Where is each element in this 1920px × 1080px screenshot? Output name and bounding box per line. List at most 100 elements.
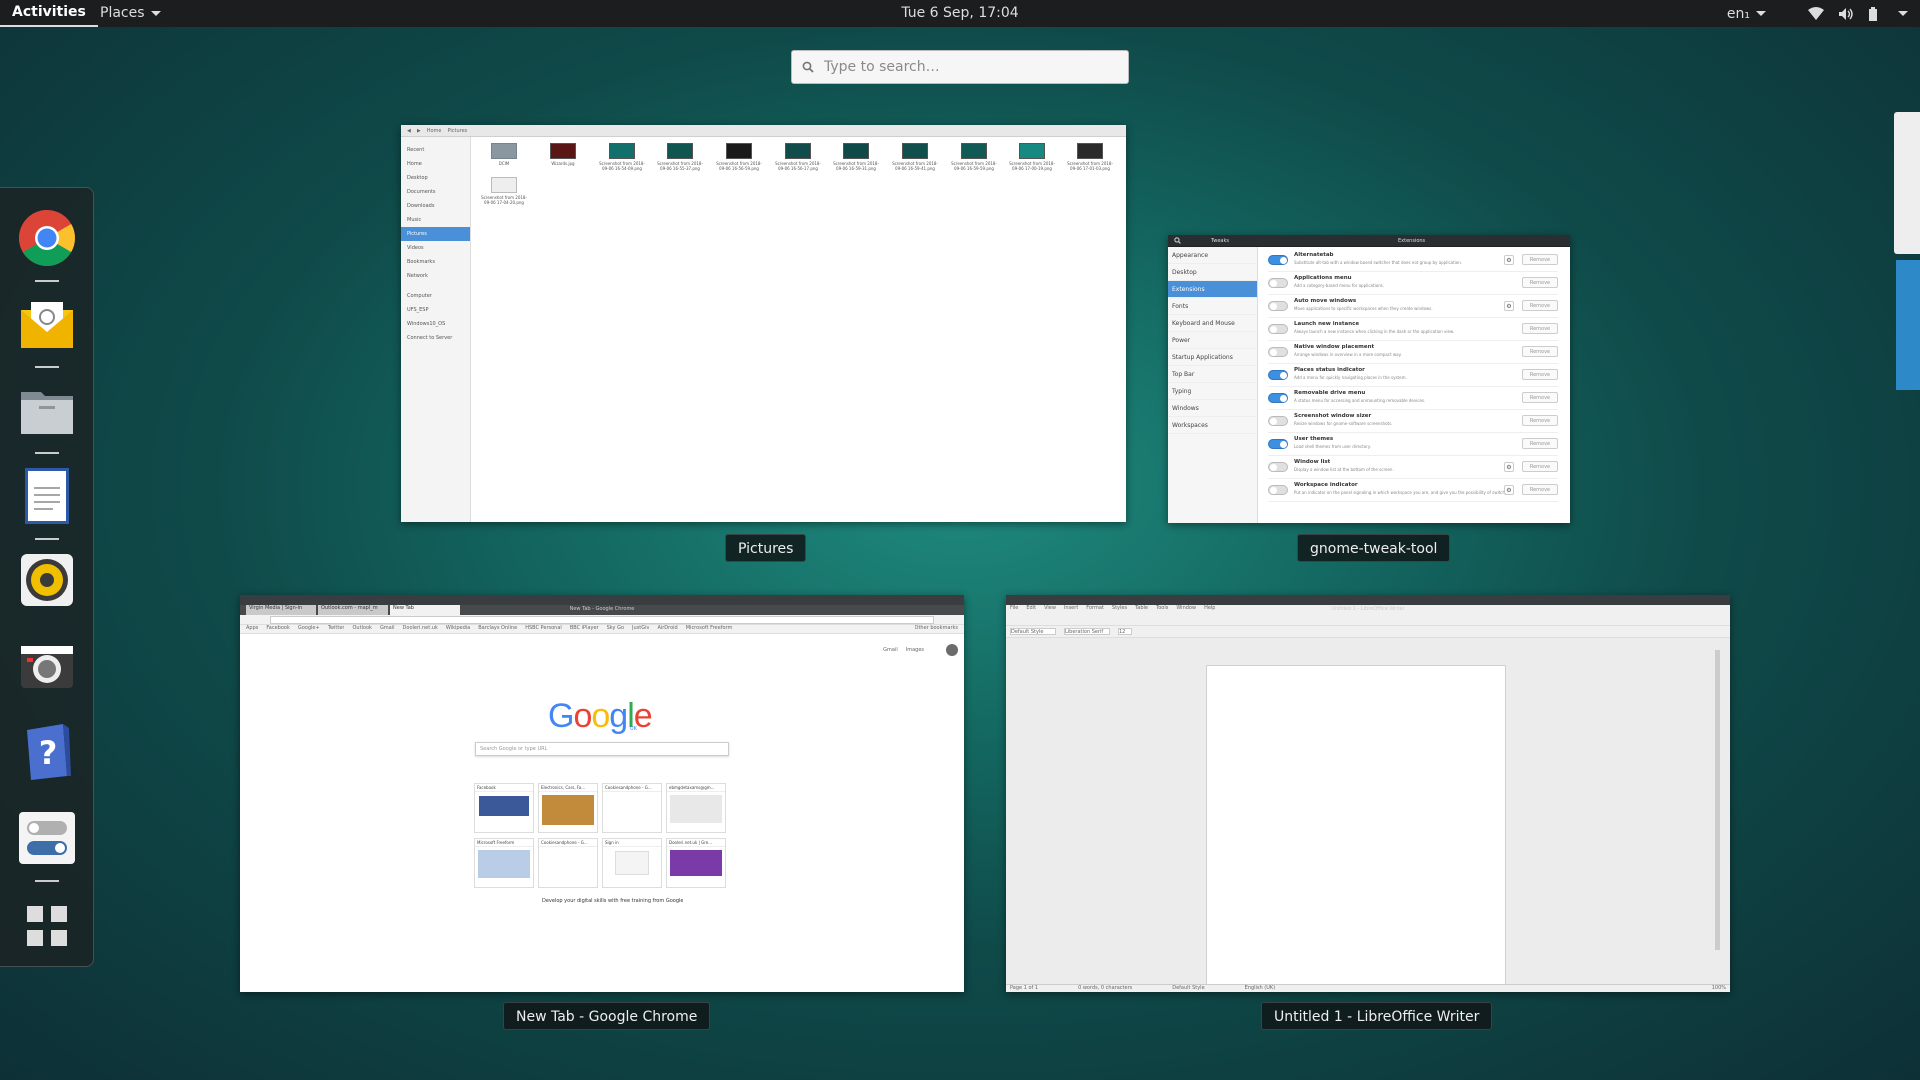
most-visited-tile[interactable]: Cookiesandphone - G... bbox=[538, 838, 598, 888]
file-item[interactable]: Screenshot from 2018-09-06 16-59-59.png bbox=[949, 143, 999, 183]
tweaks-category[interactable]: Workspaces bbox=[1168, 417, 1257, 434]
sidebar-item[interactable]: Videos bbox=[401, 241, 470, 255]
file-item[interactable]: Screenshot from 2018-09-06 16-56-59.png bbox=[714, 143, 764, 183]
bookmark[interactable]: Apps bbox=[246, 625, 258, 633]
tweaks-category[interactable]: Typing bbox=[1168, 383, 1257, 400]
extension-toggle[interactable] bbox=[1268, 301, 1288, 311]
remove-button[interactable]: Remove bbox=[1522, 323, 1558, 334]
images-link[interactable]: Images bbox=[906, 647, 924, 653]
path-home[interactable]: Home bbox=[427, 128, 442, 134]
omnibox[interactable] bbox=[270, 616, 934, 624]
google-search-box[interactable]: Search Google or type URL bbox=[475, 742, 729, 756]
bookmark[interactable]: Outlook bbox=[352, 625, 371, 633]
volume-icon[interactable] bbox=[1838, 7, 1854, 21]
sidebar-item[interactable]: Bookmarks bbox=[401, 255, 470, 269]
sidebar-item[interactable]: Desktop bbox=[401, 171, 470, 185]
document-page[interactable] bbox=[1206, 665, 1506, 990]
search-icon[interactable] bbox=[1174, 237, 1181, 244]
most-visited-tile[interactable]: Electronics, Cars, Fa... bbox=[538, 783, 598, 833]
tweaks-category[interactable]: Startup Applications bbox=[1168, 349, 1257, 366]
battery-icon[interactable] bbox=[1868, 6, 1878, 21]
scrollbar[interactable] bbox=[1715, 650, 1720, 950]
writer-standard-toolbar[interactable] bbox=[1006, 614, 1730, 626]
tweaks-category[interactable]: Appearance bbox=[1168, 247, 1257, 264]
menu-item[interactable]: Help bbox=[1204, 605, 1215, 614]
tweaks-category[interactable]: Top Bar bbox=[1168, 366, 1257, 383]
file-item[interactable]: Screenshot from 2018-09-06 16-59-41.png bbox=[890, 143, 940, 183]
gmail-link[interactable]: Gmail bbox=[883, 647, 898, 653]
tweaks-category[interactable]: Fonts bbox=[1168, 298, 1257, 315]
extension-toggle[interactable] bbox=[1268, 393, 1288, 403]
bookmark[interactable]: HSBC Personal bbox=[525, 625, 562, 633]
remove-button[interactable]: Remove bbox=[1522, 254, 1558, 265]
remove-button[interactable]: Remove bbox=[1522, 300, 1558, 311]
sidebar-item-pictures[interactable]: Pictures bbox=[401, 227, 470, 241]
dock-item-help[interactable]: ? bbox=[17, 722, 77, 782]
most-visited-tile[interactable]: Cookiesandphone - G... bbox=[602, 783, 662, 833]
forward-icon[interactable]: ▶ bbox=[417, 128, 421, 134]
most-visited-tile[interactable]: Sign in bbox=[602, 838, 662, 888]
chrome-tab-active[interactable]: New Tab bbox=[390, 605, 460, 615]
most-visited-tile[interactable]: Microsoft Freeform bbox=[474, 838, 534, 888]
bookmark[interactable]: JustGiv bbox=[632, 625, 649, 633]
bookmark[interactable]: Google+ bbox=[298, 625, 320, 633]
show-applications-button[interactable] bbox=[17, 896, 77, 956]
dock-item-files[interactable] bbox=[17, 380, 77, 454]
tweaks-category[interactable]: Desktop bbox=[1168, 264, 1257, 281]
menu-item[interactable]: File bbox=[1010, 605, 1018, 614]
sidebar-item[interactable]: UFS_ESP bbox=[401, 303, 470, 317]
font-size-select[interactable]: 12 bbox=[1118, 628, 1132, 635]
file-item[interactable]: Screenshot from 2018-09-06 16-59-31.png bbox=[831, 143, 881, 183]
menu-item[interactable]: Styles bbox=[1112, 605, 1127, 614]
chrome-tab[interactable]: Virgin Media | Sign-in bbox=[246, 605, 316, 615]
system-menu-chevron-icon[interactable] bbox=[1898, 11, 1908, 16]
bookmark[interactable]: Barclays Online bbox=[478, 625, 517, 633]
tweaks-category[interactable]: Power bbox=[1168, 332, 1257, 349]
file-item[interactable]: Screenshot from 2018-09-06 16-55-37.png bbox=[655, 143, 705, 183]
sidebar-item[interactable]: Network bbox=[401, 269, 470, 283]
bookmark[interactable]: Gmail bbox=[380, 625, 395, 633]
extension-toggle[interactable] bbox=[1268, 485, 1288, 495]
bookmark[interactable]: Wikipedia bbox=[446, 625, 470, 633]
bookmark[interactable]: Microsoft Freeform bbox=[686, 625, 733, 633]
extension-toggle[interactable] bbox=[1268, 416, 1288, 426]
gear-icon[interactable]: ⚙ bbox=[1504, 462, 1514, 472]
sidebar-item[interactable]: Downloads bbox=[401, 199, 470, 213]
remove-button[interactable]: Remove bbox=[1522, 277, 1558, 288]
extension-toggle[interactable] bbox=[1268, 462, 1288, 472]
search-input[interactable] bbox=[824, 59, 1104, 75]
font-name-select[interactable]: Liberation Serif bbox=[1064, 628, 1110, 635]
sidebar-item[interactable]: Home bbox=[401, 157, 470, 171]
gear-icon[interactable]: ⚙ bbox=[1504, 301, 1514, 311]
avatar[interactable] bbox=[946, 644, 958, 656]
remove-button[interactable]: Remove bbox=[1522, 484, 1558, 495]
file-item[interactable]: Screenshot from 2018-09-06 17-00-19.png bbox=[1007, 143, 1057, 183]
other-bookmarks[interactable]: Other bookmarks bbox=[915, 625, 958, 633]
bookmark[interactable]: Facebook bbox=[266, 625, 290, 633]
file-item[interactable]: Screenshot from 2018-09-06 16-54-09.png bbox=[597, 143, 647, 183]
extension-toggle[interactable] bbox=[1268, 370, 1288, 380]
sidebar-item[interactable]: Documents bbox=[401, 185, 470, 199]
dock-item-mail[interactable] bbox=[17, 294, 77, 368]
remove-button[interactable]: Remove bbox=[1522, 461, 1558, 472]
bookmark[interactable]: BBC iPlayer bbox=[570, 625, 599, 633]
workspace-thumbnail[interactable] bbox=[1894, 112, 1920, 254]
bookmark[interactable]: AirDroid bbox=[657, 625, 677, 633]
menu-item[interactable]: Insert bbox=[1064, 605, 1078, 614]
dock-item-tweaks[interactable] bbox=[17, 808, 77, 882]
back-icon[interactable]: ◀ bbox=[407, 128, 411, 134]
file-item[interactable]: Screenshot from 2018-09-06 17-04-20.png bbox=[479, 177, 529, 217]
gear-icon[interactable]: ⚙ bbox=[1504, 485, 1514, 495]
tweaks-category[interactable]: Keyboard and Mouse bbox=[1168, 315, 1257, 332]
window-writer[interactable]: Untitled 1 - LibreOffice Writer File Edi… bbox=[1006, 595, 1730, 992]
path-pictures[interactable]: Pictures bbox=[447, 128, 467, 134]
workspace-thumbnail[interactable] bbox=[1896, 260, 1920, 390]
file-item[interactable]: Wizards.jpg bbox=[538, 143, 588, 183]
menu-item[interactable]: Format bbox=[1086, 605, 1104, 614]
most-visited-tile[interactable]: ebmgdetaxams@gm... bbox=[666, 783, 726, 833]
menu-item[interactable]: Window bbox=[1176, 605, 1196, 614]
menu-item[interactable]: Table bbox=[1135, 605, 1148, 614]
remove-button[interactable]: Remove bbox=[1522, 392, 1558, 403]
sidebar-item[interactable]: Windows10_OS bbox=[401, 317, 470, 331]
wifi-icon[interactable] bbox=[1808, 6, 1824, 21]
